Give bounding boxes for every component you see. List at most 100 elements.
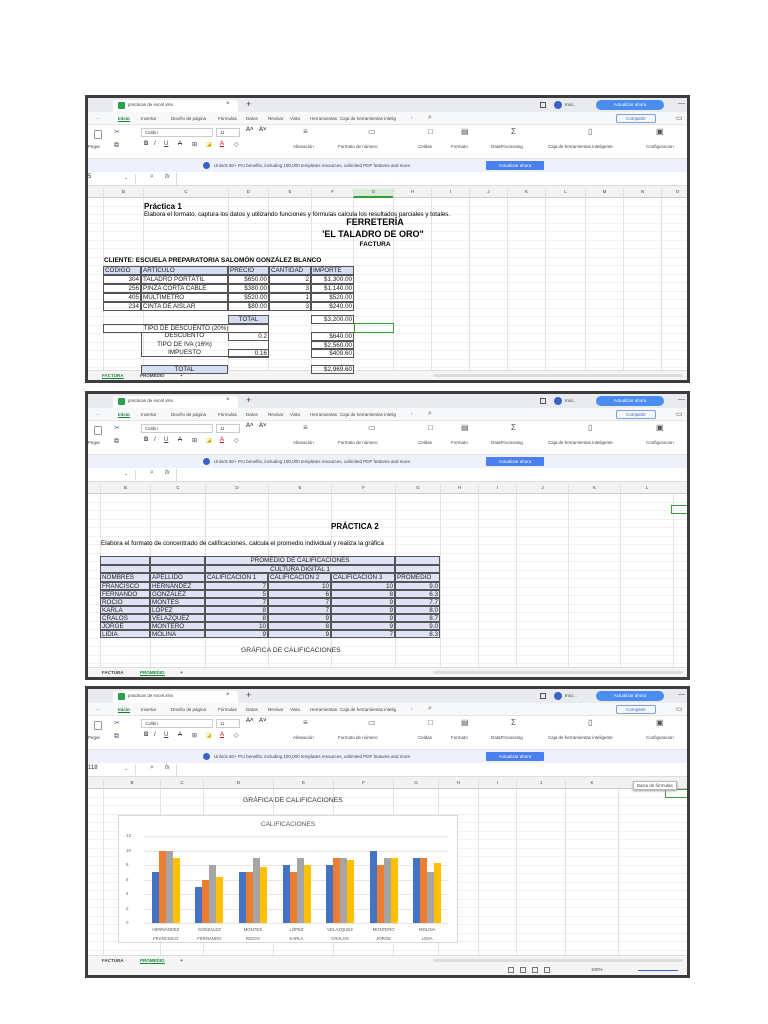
format-font-color-icon[interactable]: A bbox=[220, 732, 224, 738]
column-header-H[interactable]: H bbox=[438, 780, 478, 789]
column-header-B[interactable]: B bbox=[103, 189, 143, 198]
menu-item-0[interactable]: ··· bbox=[96, 412, 101, 417]
name-box-dropdown-icon[interactable]: ⌄ bbox=[124, 471, 128, 477]
fx-icon[interactable]: fx bbox=[165, 470, 170, 476]
format-clear-format-icon[interactable]: ◇ bbox=[234, 732, 239, 739]
column-header-I[interactable]: I bbox=[478, 485, 516, 494]
shrink-font-icon[interactable]: A˅ bbox=[259, 718, 267, 724]
format-bold-icon[interactable]: B bbox=[144, 437, 148, 443]
account-name[interactable]: Inici... bbox=[565, 102, 577, 107]
name-box-dropdown-icon[interactable]: ⌄ bbox=[124, 766, 128, 772]
minimize-icon[interactable]: — bbox=[678, 100, 685, 107]
menu-item-5[interactable]: Datos bbox=[246, 412, 258, 417]
column-header-G[interactable]: G bbox=[395, 485, 440, 494]
column-header-E[interactable]: E bbox=[273, 780, 333, 789]
menu-scroll-right-icon[interactable]: › bbox=[411, 706, 413, 711]
name-box[interactable]: 5 bbox=[88, 174, 136, 184]
menu-item-8[interactable]: Herramientas bbox=[310, 116, 337, 121]
menu-item-5[interactable]: Datos bbox=[246, 116, 258, 121]
zoom-formula-icon[interactable]: ⌕ bbox=[150, 173, 154, 181]
view-normal-icon[interactable] bbox=[508, 967, 514, 973]
column-header-F[interactable]: F bbox=[331, 485, 395, 494]
column-header-F[interactable]: F bbox=[311, 189, 353, 198]
column-header-K[interactable]: K bbox=[507, 189, 545, 198]
format-strikethrough-icon[interactable]: A bbox=[178, 141, 182, 147]
search-icon[interactable]: ⌕ bbox=[428, 114, 432, 122]
shrink-font-icon[interactable]: A˅ bbox=[259, 127, 267, 133]
menu-item-9[interactable]: Caja de herramientas intelig bbox=[340, 412, 396, 417]
column-header-I[interactable]: I bbox=[478, 780, 516, 789]
copy-icon[interactable]: ⧉ bbox=[114, 438, 119, 446]
paste-icon[interactable] bbox=[94, 130, 102, 139]
column-header-G[interactable]: G bbox=[393, 780, 438, 789]
format-font-color-icon[interactable]: A bbox=[220, 437, 224, 443]
sheet-tab-factura[interactable]: FACTURA bbox=[102, 670, 124, 675]
format-borders-icon[interactable]: ⊞ bbox=[192, 732, 197, 739]
menu-item-3[interactable]: Diseño de página bbox=[171, 116, 206, 121]
zoom-formula-icon[interactable]: ⌕ bbox=[150, 764, 154, 772]
menu-item-4[interactable]: Fórmulas bbox=[218, 412, 237, 417]
comment-icon[interactable]: ▭ bbox=[676, 410, 683, 418]
menu-item-6[interactable]: Revisar bbox=[268, 116, 283, 121]
column-header-I[interactable]: I bbox=[431, 189, 469, 198]
new-tab-button[interactable]: + bbox=[246, 99, 251, 109]
column-header-J[interactable]: J bbox=[516, 780, 565, 789]
banner-upgrade-button[interactable]: Actualizar ahora bbox=[486, 161, 544, 170]
tab-close-icon[interactable]: × bbox=[226, 692, 230, 698]
menu-item-7[interactable]: Vista bbox=[290, 116, 300, 121]
column-header-C[interactable]: C bbox=[150, 485, 205, 494]
horizontal-scrollbar[interactable] bbox=[433, 959, 683, 962]
grow-font-icon[interactable]: A˄ bbox=[246, 423, 254, 429]
menu-item-6[interactable]: Revisar bbox=[268, 412, 283, 417]
menu-item-7[interactable]: Vista bbox=[290, 412, 300, 417]
paste-label[interactable]: Pegar bbox=[88, 144, 100, 149]
restore-icon[interactable] bbox=[540, 693, 546, 699]
format-italic-icon[interactable]: I bbox=[154, 141, 156, 147]
zoom-level[interactable]: 100% bbox=[591, 967, 603, 972]
column-header-E[interactable]: E bbox=[268, 189, 311, 198]
font-name-select[interactable]: Calibri bbox=[141, 128, 213, 137]
format-font-color-icon[interactable]: A bbox=[220, 141, 224, 147]
shrink-font-icon[interactable]: A˅ bbox=[259, 423, 267, 429]
menu-item-1[interactable]: Inicio bbox=[118, 412, 130, 418]
menu-item-1[interactable]: Inicio bbox=[118, 116, 130, 122]
column-header-N[interactable]: N bbox=[623, 189, 661, 198]
menu-item-3[interactable]: Diseño de página bbox=[171, 412, 206, 417]
format-underline-icon[interactable]: U bbox=[164, 732, 168, 738]
menu-item-9[interactable]: Caja de herramientas intelig bbox=[340, 116, 396, 121]
upgrade-button[interactable]: Actualizar ahora bbox=[596, 396, 664, 406]
fx-icon[interactable]: fx bbox=[165, 174, 170, 180]
column-header-E[interactable]: E bbox=[268, 485, 331, 494]
search-icon[interactable]: ⌕ bbox=[428, 705, 432, 713]
format-italic-icon[interactable]: I bbox=[154, 437, 156, 443]
column-header-H[interactable]: H bbox=[393, 189, 431, 198]
format-bold-icon[interactable]: B bbox=[144, 732, 148, 738]
menu-item-0[interactable]: ··· bbox=[96, 116, 101, 121]
cut-icon[interactable]: ✂ bbox=[114, 424, 120, 432]
menu-scroll-right-icon[interactable]: › bbox=[411, 411, 413, 416]
column-header-B[interactable]: B bbox=[100, 485, 150, 494]
selected-cell[interactable] bbox=[354, 323, 394, 333]
menu-item-2[interactable]: Insertar bbox=[141, 412, 156, 417]
sheet-tab-factura[interactable]: FACTURA bbox=[102, 958, 124, 963]
format-fill-color-icon[interactable]: ◪ bbox=[206, 437, 212, 444]
zoom-formula-icon[interactable]: ⌕ bbox=[150, 469, 154, 477]
upgrade-button[interactable]: Actualizar ahora bbox=[596, 100, 664, 110]
tab-close-icon[interactable]: × bbox=[226, 101, 230, 107]
new-tab-button[interactable]: + bbox=[246, 395, 251, 405]
menu-item-8[interactable]: Herramientas bbox=[310, 412, 337, 417]
paste-label[interactable]: Pegar bbox=[88, 735, 100, 740]
account-name[interactable]: Inici... bbox=[565, 398, 577, 403]
format-underline-icon[interactable]: U bbox=[164, 437, 168, 443]
horizontal-scrollbar[interactable] bbox=[433, 671, 683, 674]
cut-icon[interactable]: ✂ bbox=[114, 128, 120, 136]
restore-icon[interactable] bbox=[540, 102, 546, 108]
zoom-slider[interactable] bbox=[638, 970, 678, 971]
format-clear-format-icon[interactable]: ◇ bbox=[234, 437, 239, 444]
font-name-select[interactable]: Calibri bbox=[141, 719, 213, 728]
formula-input[interactable] bbox=[176, 173, 676, 185]
menu-item-8[interactable]: Herramientas bbox=[310, 707, 337, 712]
paste-icon[interactable] bbox=[94, 426, 102, 435]
column-header-C[interactable]: C bbox=[143, 189, 228, 198]
column-header-K[interactable]: K bbox=[568, 485, 620, 494]
